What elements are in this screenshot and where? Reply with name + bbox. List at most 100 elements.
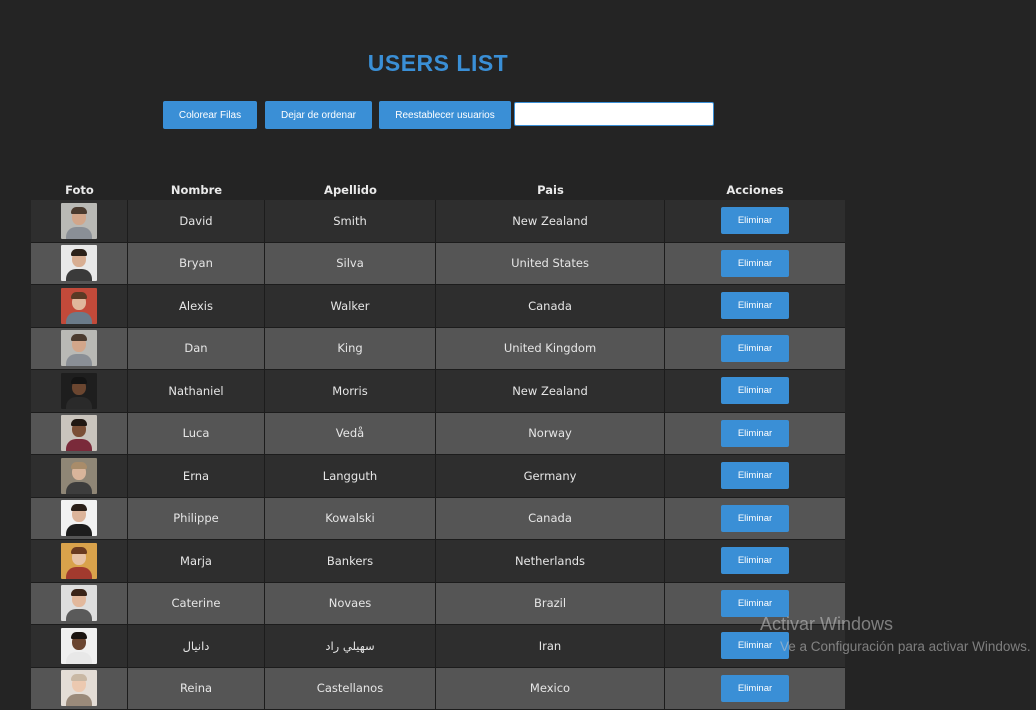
table-row: BryanSilvaUnited StatesEliminar [31,243,845,286]
header-pais[interactable]: Pais [436,181,665,200]
avatar-hair [71,334,87,341]
cell-apellido: Walker [265,285,436,328]
avatar-body [66,269,92,281]
table-header: Foto Nombre Apellido Pais Acciones [31,181,845,200]
avatar-body [66,652,92,664]
photo-cell [31,200,128,243]
delete-user-button[interactable]: Eliminar [721,207,789,234]
cell-nombre: دانيال [128,625,265,668]
cell-apellido: سهيلي راد [265,625,436,668]
watermark-subtitle: Ve a Configuración para activar Windows. [780,639,1031,654]
avatar-hair [71,632,87,639]
table-row: LucaVedåNorway Eliminar [31,413,845,456]
stop-sorting-button[interactable]: Dejar de ordenar [265,101,372,129]
delete-user-button[interactable]: Eliminar [721,462,789,489]
cell-pais: New Zealand [436,370,665,413]
cell-pais: Canada [436,498,665,541]
avatar-body [66,312,92,324]
avatar-body [66,354,92,366]
cell-apellido: Silva [265,243,436,286]
avatar-body [66,482,92,494]
delete-user-button[interactable]: Eliminar [721,292,789,319]
table-body: DavidSmithNew ZealandEliminarBryanSilvaU… [31,200,845,710]
avatar [61,670,97,706]
cell-apellido: Novaes [265,583,436,626]
table-row: AlexisWalkerCanada Eliminar [31,285,845,328]
delete-user-button[interactable]: Eliminar [721,590,789,617]
photo-cell [31,413,128,456]
avatar [61,203,97,239]
color-rows-button[interactable]: Colorear Filas [163,101,257,129]
table-row: PhilippeKowalskiCanadaEliminar [31,498,845,541]
actions-cell: Eliminar [665,413,845,456]
avatar-body [66,694,92,706]
cell-nombre: Philippe [128,498,265,541]
cell-apellido: Morris [265,370,436,413]
avatar [61,543,97,579]
table-row: ReinaCastellanosMexico Eliminar [31,668,845,710]
cell-nombre: Reina [128,668,265,710]
avatar-hair [71,462,87,469]
cell-nombre: Dan [128,328,265,371]
cell-apellido: Bankers [265,540,436,583]
cell-apellido: King [265,328,436,371]
avatar [61,288,97,324]
actions-cell: Eliminar [665,370,845,413]
delete-user-button[interactable]: Eliminar [721,675,789,702]
cell-nombre: Alexis [128,285,265,328]
delete-user-button[interactable]: Eliminar [721,335,789,362]
cell-pais: New Zealand [436,200,665,243]
avatar-body [66,227,92,239]
table-row: دانيالسهيلي رادIranEliminar [31,625,845,668]
delete-user-button[interactable]: Eliminar [721,547,789,574]
delete-user-button[interactable]: Eliminar [721,377,789,404]
photo-cell [31,625,128,668]
avatar-hair [71,207,87,214]
cell-nombre: Marja [128,540,265,583]
cell-pais: Canada [436,285,665,328]
avatar-hair [71,547,87,554]
delete-user-button[interactable]: Eliminar [721,250,789,277]
header-acciones: Acciones [665,181,845,200]
avatar-body [66,439,92,451]
users-table: Foto Nombre Apellido Pais Acciones David… [31,181,845,710]
avatar [61,628,97,664]
cell-pais: Norway [436,413,665,456]
cell-nombre: Luca [128,413,265,456]
avatar [61,245,97,281]
photo-cell [31,498,128,541]
header-apellido[interactable]: Apellido [265,181,436,200]
cell-pais: Mexico [436,668,665,710]
cell-pais: Germany [436,455,665,498]
cell-apellido: Castellanos [265,668,436,710]
avatar-hair [71,674,87,681]
header-foto[interactable]: Foto [31,181,128,200]
avatar-body [66,524,92,536]
avatar [61,330,97,366]
photo-cell [31,583,128,626]
avatar-hair [71,249,87,256]
cell-nombre: Caterine [128,583,265,626]
actions-cell: Eliminar [665,540,845,583]
delete-user-button[interactable]: Eliminar [721,505,789,532]
reset-users-button[interactable]: Reestablecer usuarios [379,101,511,129]
header-nombre[interactable]: Nombre [128,181,265,200]
search-input[interactable] [514,102,714,126]
actions-cell: Eliminar [665,328,845,371]
cell-pais: United Kingdom [436,328,665,371]
actions-cell: Eliminar [665,455,845,498]
cell-pais: Brazil [436,583,665,626]
cell-pais: Netherlands [436,540,665,583]
actions-cell: Eliminar [665,200,845,243]
table-row: NathanielMorrisNew ZealandEliminar [31,370,845,413]
cell-apellido: Langguth [265,455,436,498]
table-row: MarjaBankersNetherlands Eliminar [31,540,845,583]
cell-apellido: Vedå [265,413,436,456]
photo-cell [31,668,128,710]
photo-cell [31,455,128,498]
cell-nombre: Erna [128,455,265,498]
avatar-hair [71,589,87,596]
delete-user-button[interactable]: Eliminar [721,420,789,447]
avatar [61,458,97,494]
cell-apellido: Smith [265,200,436,243]
